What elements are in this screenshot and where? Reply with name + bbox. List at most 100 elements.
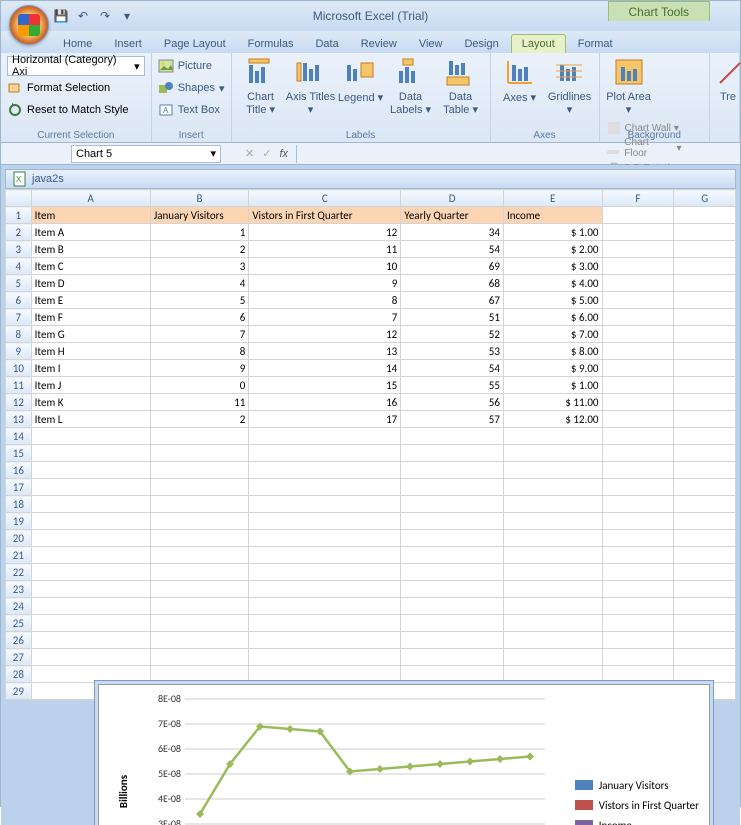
axes-button[interactable]: Axes ▾: [495, 55, 545, 116]
select-all-cell[interactable]: [6, 190, 32, 207]
cell[interactable]: Item I: [31, 360, 150, 377]
cell[interactable]: [31, 632, 150, 649]
cell[interactable]: Yearly Quarter: [401, 207, 504, 224]
cell[interactable]: [401, 564, 504, 581]
cell[interactable]: [674, 513, 736, 530]
cell[interactable]: [503, 598, 602, 615]
row-header[interactable]: 14: [6, 428, 32, 445]
cell[interactable]: [602, 666, 674, 683]
cell[interactable]: [674, 292, 736, 309]
save-icon[interactable]: 💾: [53, 8, 69, 24]
cell[interactable]: [503, 479, 602, 496]
cell[interactable]: 55: [401, 377, 504, 394]
cell[interactable]: $ 11.00: [503, 394, 602, 411]
cell[interactable]: [602, 496, 674, 513]
legend-item[interactable]: January Visitors: [575, 775, 699, 795]
row-header[interactable]: 22: [6, 564, 32, 581]
cell[interactable]: 14: [249, 360, 401, 377]
cell[interactable]: [674, 479, 736, 496]
col-header-C[interactable]: C: [249, 190, 401, 207]
cell[interactable]: [150, 445, 249, 462]
cell[interactable]: [674, 632, 736, 649]
cell[interactable]: [31, 649, 150, 666]
cell[interactable]: [150, 496, 249, 513]
cell[interactable]: [150, 513, 249, 530]
cell[interactable]: 2: [150, 411, 249, 428]
cell[interactable]: [249, 445, 401, 462]
cell[interactable]: 16: [249, 394, 401, 411]
cell[interactable]: [249, 513, 401, 530]
cell[interactable]: [31, 513, 150, 530]
cell[interactable]: [31, 462, 150, 479]
insert-picture-button[interactable]: Picture: [156, 55, 227, 77]
cell[interactable]: [249, 564, 401, 581]
cell[interactable]: $ 2.00: [503, 241, 602, 258]
name-box[interactable]: Chart 5 ▾: [71, 145, 221, 163]
cell[interactable]: [249, 666, 401, 683]
cell[interactable]: Item F: [31, 309, 150, 326]
cell[interactable]: Item A: [31, 224, 150, 241]
cell[interactable]: 52: [401, 326, 504, 343]
cell[interactable]: [503, 632, 602, 649]
cell[interactable]: [602, 207, 674, 224]
cell[interactable]: [602, 275, 674, 292]
cell[interactable]: 8: [150, 343, 249, 360]
cell[interactable]: [674, 343, 736, 360]
cell[interactable]: [31, 496, 150, 513]
row-header[interactable]: 19: [6, 513, 32, 530]
row-header[interactable]: 16: [6, 462, 32, 479]
data-table-button[interactable]: Data Table ▾: [436, 55, 486, 116]
row-header[interactable]: 7: [6, 309, 32, 326]
cell[interactable]: [602, 564, 674, 581]
cell[interactable]: [401, 496, 504, 513]
cell[interactable]: $ 8.00: [503, 343, 602, 360]
cell[interactable]: [602, 615, 674, 632]
cell[interactable]: $ 1.00: [503, 377, 602, 394]
cell[interactable]: [150, 428, 249, 445]
cell[interactable]: [401, 581, 504, 598]
tab-data[interactable]: Data: [305, 35, 348, 53]
axis-titles-button[interactable]: Axis Titles ▾: [286, 55, 336, 116]
cell[interactable]: Item G: [31, 326, 150, 343]
cell[interactable]: [674, 615, 736, 632]
row-header[interactable]: 23: [6, 581, 32, 598]
cell[interactable]: $ 6.00: [503, 309, 602, 326]
cell[interactable]: [602, 581, 674, 598]
cell[interactable]: Item: [31, 207, 150, 224]
cell[interactable]: [602, 377, 674, 394]
chart-plot-area[interactable]: 01E-082E-083E-084E-085E-086E-087E-088E-0…: [129, 689, 569, 825]
cell[interactable]: 69: [401, 258, 504, 275]
cell[interactable]: [31, 530, 150, 547]
cell[interactable]: [602, 343, 674, 360]
cell[interactable]: [401, 479, 504, 496]
cell[interactable]: [602, 479, 674, 496]
cell[interactable]: [602, 632, 674, 649]
cell[interactable]: [150, 632, 249, 649]
cell[interactable]: 68: [401, 275, 504, 292]
insert-shapes-button[interactable]: Shapes▾: [156, 77, 227, 99]
cell[interactable]: [602, 292, 674, 309]
cell[interactable]: 2: [150, 241, 249, 258]
data-labels-button[interactable]: Data Labels ▾: [386, 55, 436, 116]
cell[interactable]: 57: [401, 411, 504, 428]
tab-review[interactable]: Review: [351, 35, 407, 53]
qat-more-icon[interactable]: ▾: [119, 8, 135, 24]
cell[interactable]: $ 5.00: [503, 292, 602, 309]
cell[interactable]: [503, 428, 602, 445]
cell[interactable]: [31, 666, 150, 683]
cell[interactable]: 7: [150, 326, 249, 343]
row-header[interactable]: 28: [6, 666, 32, 683]
plot-area-button[interactable]: Plot Area ▾: [604, 55, 654, 116]
cell[interactable]: [401, 649, 504, 666]
row-header[interactable]: 2: [6, 224, 32, 241]
cell[interactable]: 54: [401, 241, 504, 258]
chart-title-button[interactable]: Chart Title ▾: [236, 55, 286, 116]
cell[interactable]: [150, 530, 249, 547]
cell[interactable]: [674, 496, 736, 513]
cell[interactable]: [249, 615, 401, 632]
col-header-D[interactable]: D: [401, 190, 504, 207]
cell[interactable]: [602, 513, 674, 530]
row-header[interactable]: 10: [6, 360, 32, 377]
cell[interactable]: Item H: [31, 343, 150, 360]
tab-page-layout[interactable]: Page Layout: [154, 35, 236, 53]
